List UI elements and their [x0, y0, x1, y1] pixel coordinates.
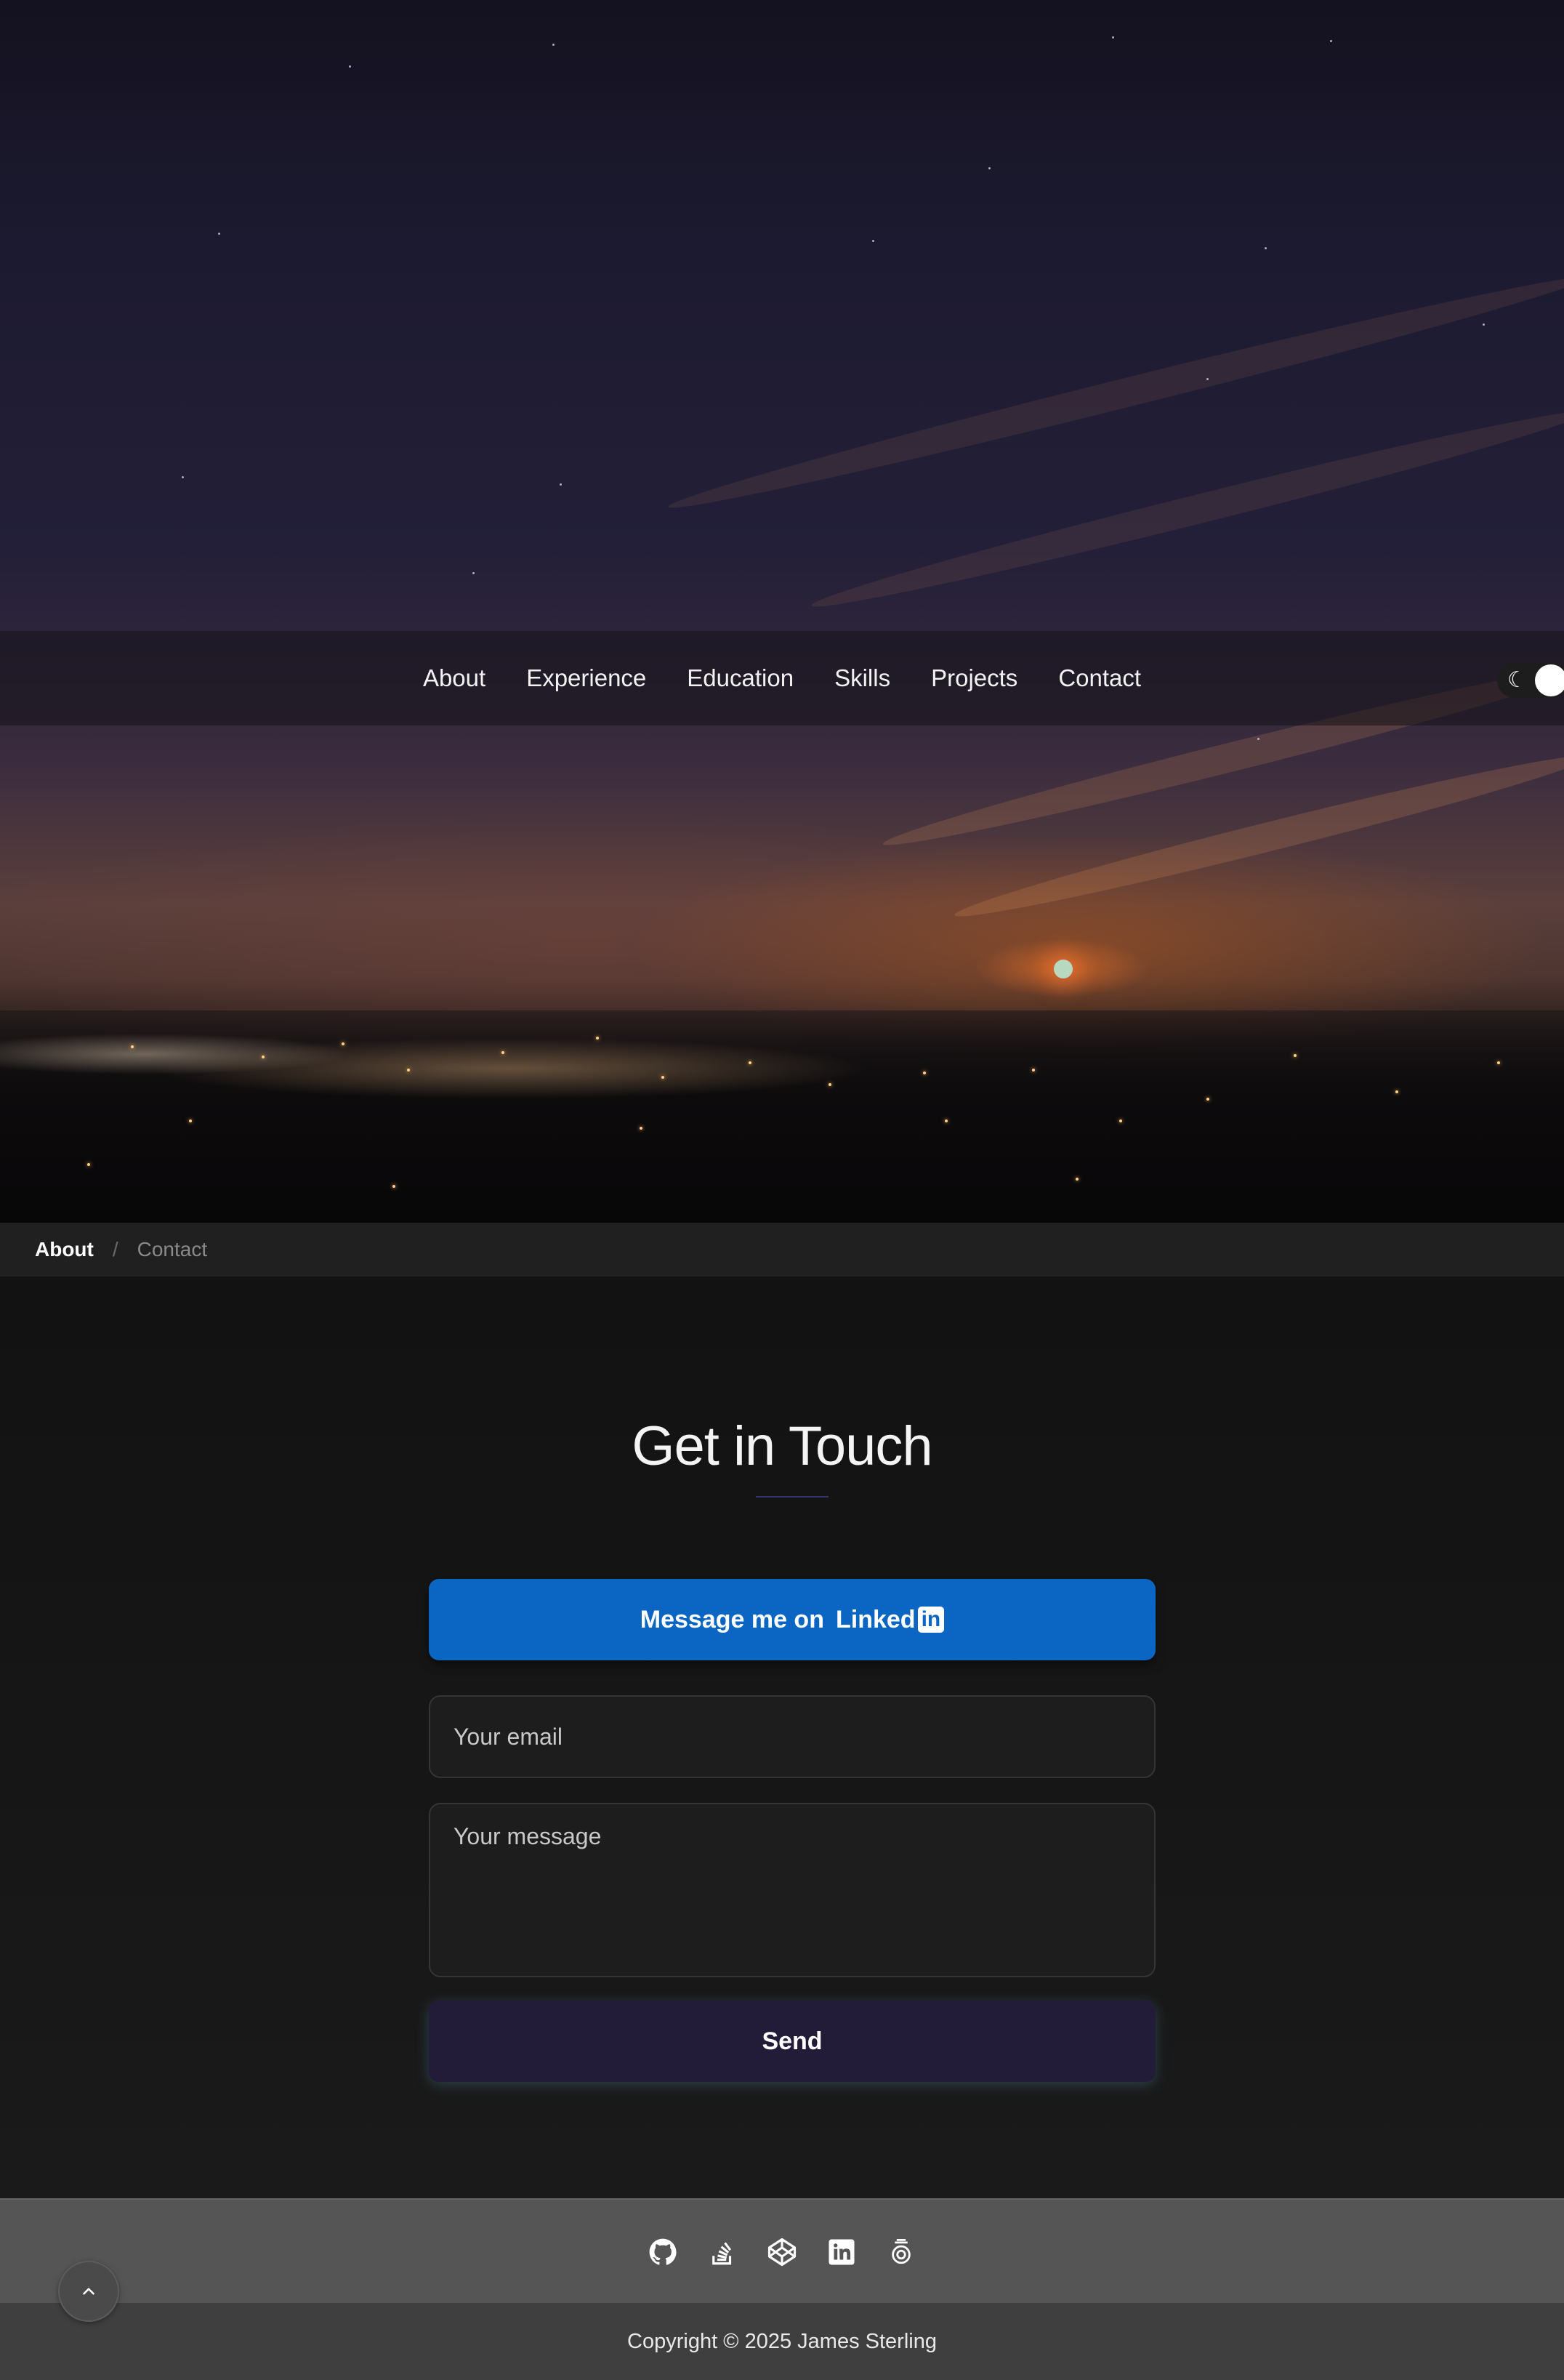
send-button[interactable]: Send [429, 2001, 1156, 2082]
copyright: Copyright © 2025 James Sterling [0, 2303, 1564, 2380]
breadcrumb-home-link[interactable]: About [35, 1238, 94, 1261]
breadcrumb-current: Contact [137, 1238, 208, 1261]
nav-links: About Experience Education Skills Projec… [0, 631, 1564, 725]
theme-toggle[interactable]: ☾ [1497, 663, 1564, 698]
toggle-knob [1535, 664, 1564, 696]
linkedin-logo-text: Linked [835, 1605, 916, 1633]
linkedin-logo-box: in [917, 1607, 945, 1633]
section-title: Get in Touch [632, 1415, 932, 1477]
moon-icon: ☾ [1507, 668, 1527, 692]
navbar: About Experience Education Skills Projec… [0, 631, 1564, 725]
nav-link-experience[interactable]: Experience [526, 664, 646, 692]
nav-link-skills[interactable]: Skills [834, 664, 890, 692]
codepen-icon[interactable] [767, 2237, 797, 2267]
breadcrumb: About / Contact [0, 1223, 1564, 1277]
github-icon[interactable] [648, 2237, 678, 2267]
breadcrumb-separator: / [112, 1238, 118, 1261]
nav-link-education[interactable]: Education [687, 664, 794, 692]
message-field[interactable] [429, 1803, 1156, 1977]
nav-link-about[interactable]: About [423, 664, 485, 692]
linkedin-message-button[interactable]: Message me on Linked in [429, 1579, 1156, 1660]
linkedin-icon[interactable] [826, 2237, 857, 2267]
nav-link-projects[interactable]: Projects [931, 664, 1017, 692]
title-underline [756, 1496, 829, 1497]
footer-social-bar [0, 2198, 1564, 2304]
stackoverflow-icon[interactable] [707, 2237, 738, 2267]
linkedin-logo: Linked in [835, 1605, 945, 1634]
nav-link-contact[interactable]: Contact [1058, 664, 1141, 692]
chevron-up-icon [83, 2288, 94, 2295]
freecodecamp-icon[interactable] [886, 2237, 916, 2267]
back-to-top-button[interactable] [58, 2261, 119, 2322]
hero-banner [0, 0, 1564, 1223]
linkedin-button-label: Message me on [640, 1605, 824, 1633]
email-field[interactable] [429, 1695, 1156, 1778]
contact-section: Get in Touch Message me on Linked in Sen… [0, 1277, 1564, 2198]
